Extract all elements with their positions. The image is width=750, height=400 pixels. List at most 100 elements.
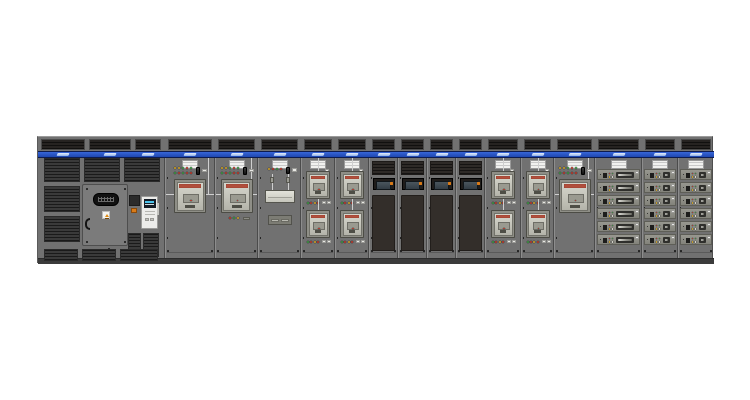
handle-bar[interactable] bbox=[618, 174, 632, 177]
unit-latch[interactable] bbox=[686, 225, 690, 230]
unit-latch[interactable] bbox=[650, 186, 654, 191]
disconnect-link[interactable] bbox=[286, 177, 290, 183]
drive-door[interactable] bbox=[401, 195, 424, 251]
meter-keypad-row[interactable] bbox=[145, 211, 155, 212]
breaker-handle-assembly[interactable] bbox=[699, 237, 706, 244]
breaker-handle-assembly[interactable] bbox=[616, 237, 634, 244]
feeder-unit[interactable] bbox=[597, 169, 640, 180]
fuse-handle[interactable] bbox=[271, 219, 279, 222]
handle-bar[interactable] bbox=[618, 187, 632, 190]
breaker-handle-assembly[interactable] bbox=[616, 224, 634, 231]
orange-button[interactable] bbox=[131, 208, 137, 213]
hmi-display[interactable] bbox=[431, 178, 453, 190]
unit-latch[interactable] bbox=[686, 238, 690, 243]
handle-bar[interactable] bbox=[665, 239, 668, 242]
circuit-breaker-unit[interactable] bbox=[306, 171, 330, 199]
breaker-handle-assembly[interactable] bbox=[663, 185, 670, 192]
fuse-handle[interactable] bbox=[281, 219, 289, 222]
disconnect-link[interactable] bbox=[270, 177, 274, 183]
breaker-handle-assembly[interactable] bbox=[699, 185, 706, 192]
feeder-unit[interactable] bbox=[644, 169, 676, 180]
unit-latch[interactable] bbox=[603, 212, 607, 217]
breaker-handle-assembly[interactable] bbox=[663, 211, 670, 218]
feeder-unit[interactable] bbox=[597, 234, 640, 245]
unit-latch[interactable] bbox=[686, 199, 690, 204]
feeder-unit[interactable] bbox=[644, 208, 676, 219]
hmi-button[interactable] bbox=[477, 182, 480, 185]
breaker-handle-assembly[interactable] bbox=[699, 224, 706, 231]
feeder-unit[interactable] bbox=[680, 208, 712, 219]
feeder-unit[interactable] bbox=[597, 221, 640, 232]
unit-latch[interactable] bbox=[686, 212, 690, 217]
feeder-unit[interactable] bbox=[680, 234, 712, 245]
control-toggle[interactable] bbox=[286, 167, 290, 175]
breaker-handle-assembly[interactable] bbox=[616, 211, 634, 218]
feeder-unit[interactable] bbox=[680, 221, 712, 232]
handle-bar[interactable] bbox=[618, 213, 632, 216]
breaker-handle-assembly[interactable] bbox=[663, 172, 670, 179]
drive-door[interactable] bbox=[459, 195, 482, 251]
power-meter[interactable] bbox=[141, 196, 158, 229]
door-handle[interactable] bbox=[85, 218, 90, 230]
circuit-breaker-unit[interactable] bbox=[491, 210, 515, 238]
handle-bar[interactable] bbox=[665, 200, 668, 203]
hmi-button[interactable] bbox=[390, 182, 393, 185]
unit-latch[interactable] bbox=[603, 199, 607, 204]
front-door[interactable] bbox=[82, 184, 128, 246]
unit-latch[interactable] bbox=[603, 186, 607, 191]
circuit-breaker-unit[interactable] bbox=[491, 171, 515, 199]
meter-keypad-row[interactable] bbox=[145, 214, 155, 215]
handle-bar[interactable] bbox=[701, 200, 704, 203]
control-toggle[interactable] bbox=[243, 167, 247, 175]
circuit-breaker-unit[interactable] bbox=[526, 210, 550, 238]
handle-bar[interactable] bbox=[701, 239, 704, 242]
feeder-unit[interactable] bbox=[680, 195, 712, 206]
handle-bar[interactable] bbox=[665, 213, 668, 216]
unit-latch[interactable] bbox=[603, 225, 607, 230]
feeder-unit[interactable] bbox=[680, 169, 712, 180]
unit-latch[interactable] bbox=[603, 173, 607, 178]
feeder-unit[interactable] bbox=[680, 182, 712, 193]
unit-latch[interactable] bbox=[650, 173, 654, 178]
breaker-handle-assembly[interactable] bbox=[616, 172, 634, 179]
unit-latch[interactable] bbox=[603, 238, 607, 243]
hmi-button[interactable] bbox=[448, 182, 451, 185]
handle-bar[interactable] bbox=[701, 213, 704, 216]
hmi-display[interactable] bbox=[460, 178, 482, 190]
circuit-breaker-unit[interactable] bbox=[340, 210, 364, 238]
meter-button[interactable] bbox=[145, 218, 149, 221]
feeder-unit[interactable] bbox=[644, 182, 676, 193]
handle-bar[interactable] bbox=[665, 226, 668, 229]
control-toggle[interactable] bbox=[196, 167, 200, 175]
drive-door[interactable] bbox=[430, 195, 453, 251]
handle-bar[interactable] bbox=[618, 239, 632, 242]
hmi-display[interactable] bbox=[373, 178, 395, 190]
feeder-unit[interactable] bbox=[597, 195, 640, 206]
circuit-breaker-unit[interactable] bbox=[306, 210, 330, 238]
handle-bar[interactable] bbox=[665, 187, 668, 190]
feeder-unit[interactable] bbox=[644, 195, 676, 206]
feeder-unit[interactable] bbox=[597, 182, 640, 193]
unit-latch[interactable] bbox=[650, 212, 654, 217]
breaker-handle-assembly[interactable] bbox=[663, 237, 670, 244]
breaker-handle-assembly[interactable] bbox=[663, 198, 670, 205]
handle-bar[interactable] bbox=[665, 174, 668, 177]
handle-bar[interactable] bbox=[618, 226, 632, 229]
unit-latch[interactable] bbox=[650, 225, 654, 230]
breaker-handle-assembly[interactable] bbox=[663, 224, 670, 231]
unit-latch[interactable] bbox=[686, 173, 690, 178]
multipin-connector[interactable] bbox=[93, 193, 119, 206]
unit-latch[interactable] bbox=[686, 186, 690, 191]
breaker-handle-assembly[interactable] bbox=[699, 198, 706, 205]
breaker-handle-assembly[interactable] bbox=[616, 185, 634, 192]
feeder-unit[interactable] bbox=[644, 234, 676, 245]
hmi-button[interactable] bbox=[419, 182, 422, 185]
fuse-unit[interactable] bbox=[268, 215, 292, 225]
withdrawable-unit[interactable] bbox=[265, 190, 295, 203]
breaker-handle-assembly[interactable] bbox=[616, 198, 634, 205]
breaker-handle-assembly[interactable] bbox=[699, 172, 706, 179]
circuit-breaker-unit[interactable] bbox=[526, 171, 550, 199]
unit-latch[interactable] bbox=[650, 238, 654, 243]
unit-latch[interactable] bbox=[650, 199, 654, 204]
handle-bar[interactable] bbox=[701, 174, 704, 177]
